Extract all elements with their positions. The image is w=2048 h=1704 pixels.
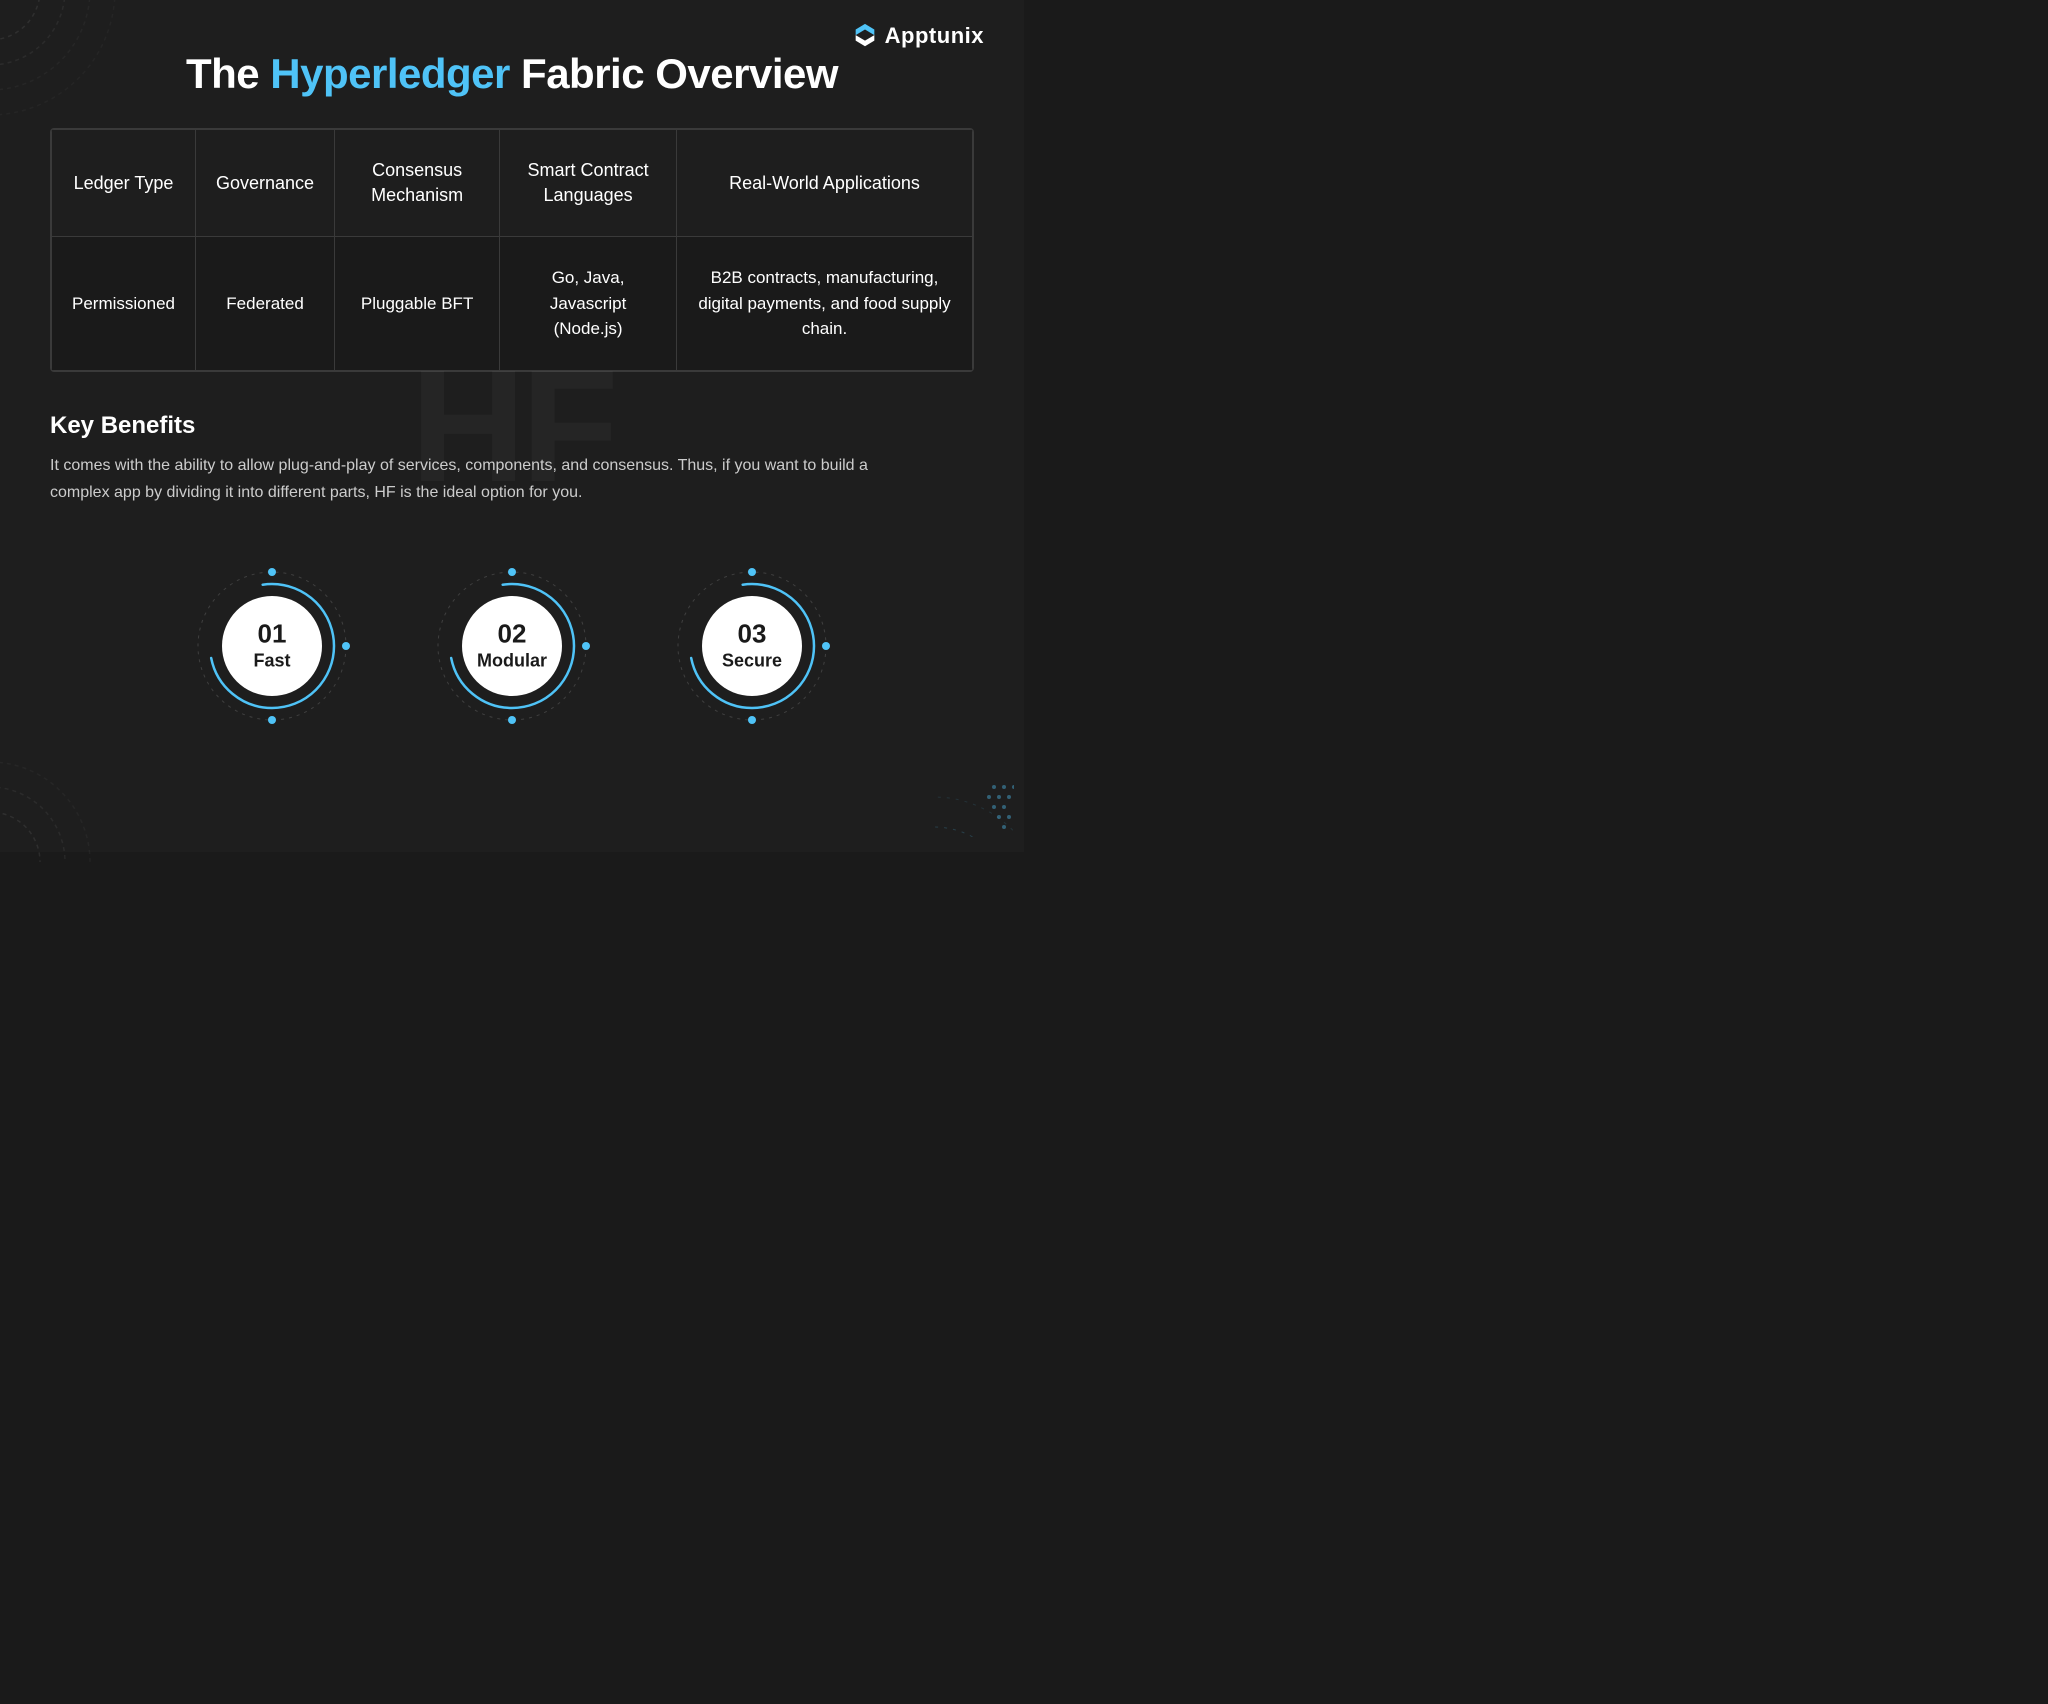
- table-header-row: Ledger Type Governance Consensus Mechani…: [52, 130, 973, 237]
- data-table: Ledger Type Governance Consensus Mechani…: [51, 129, 973, 371]
- benefits-title: Key Benefits: [50, 412, 974, 440]
- circle-content-02: 02 Modular: [477, 621, 547, 672]
- title-section: The Hyperledger Fabric Overview: [50, 30, 974, 128]
- col-header-governance: Governance: [196, 130, 335, 237]
- benefits-text: It comes with the ability to allow plug-…: [50, 452, 870, 506]
- title-suffix: Fabric Overview: [510, 50, 838, 97]
- circle-number-03: 03: [722, 621, 782, 647]
- table-row: Permissioned Federated Pluggable BFT Go,…: [52, 237, 973, 371]
- circle-number-01: 01: [253, 621, 290, 647]
- cell-ledger-type: Permissioned: [52, 237, 196, 371]
- col-header-consensus: Consensus Mechanism: [335, 130, 500, 237]
- logo-text: Apptunix: [885, 23, 984, 49]
- title-prefix: The: [186, 50, 270, 97]
- deco-bottom-right: [934, 777, 1014, 842]
- col-header-applications: Real-World Applications: [677, 130, 973, 237]
- circle-container-02: 02 Modular: [432, 566, 592, 726]
- circle-item-01: 01 Fast: [192, 566, 352, 726]
- benefits-section: Key Benefits It comes with the ability t…: [50, 412, 974, 536]
- circle-label-03: Secure: [722, 651, 782, 672]
- logo-area: Apptunix: [851, 22, 984, 50]
- circle-content-01: 01 Fast: [253, 621, 290, 672]
- deco-bottom-left: [0, 732, 120, 862]
- cell-consensus: Pluggable BFT: [335, 237, 500, 371]
- col-header-smartcontract: Smart Contract Languages: [500, 130, 677, 237]
- circle-label-02: Modular: [477, 651, 547, 672]
- circle-number-02: 02: [477, 621, 547, 647]
- main-title: The Hyperledger Fabric Overview: [50, 50, 974, 98]
- cell-applications: B2B contracts, manufacturing, digital pa…: [677, 237, 973, 371]
- table-wrapper: Ledger Type Governance Consensus Mechani…: [50, 128, 974, 372]
- title-highlight: Hyperledger: [270, 50, 510, 97]
- col-header-ledger: Ledger Type: [52, 130, 196, 237]
- circle-container-03: 03 Secure: [672, 566, 832, 726]
- cell-smartcontract: Go, Java, Javascript (Node.js): [500, 237, 677, 371]
- circle-label-01: Fast: [253, 651, 290, 672]
- circle-item-03: 03 Secure: [672, 566, 832, 726]
- circle-container-01: 01 Fast: [192, 566, 352, 726]
- logo-icon: [851, 22, 879, 50]
- circle-content-03: 03 Secure: [722, 621, 782, 672]
- cell-governance: Federated: [196, 237, 335, 371]
- page-wrapper: HF Apptunix The Hyperledger Fabric Overv…: [0, 0, 1024, 852]
- circle-item-02: 02 Modular: [432, 566, 592, 726]
- circles-row: 01 Fast 02 Modular: [50, 566, 974, 746]
